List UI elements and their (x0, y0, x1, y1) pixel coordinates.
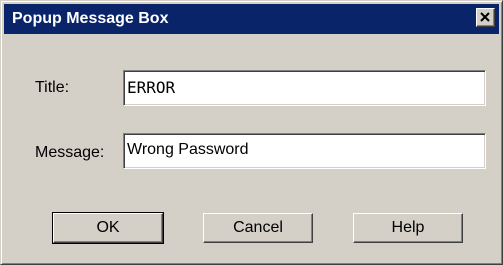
message-label: Message: (35, 144, 105, 161)
popup-message-box-dialog: Popup Message Box Title: ERROR Message: … (0, 0, 503, 265)
help-button[interactable]: Help (353, 213, 463, 243)
title-label: Title: (35, 79, 70, 96)
title-input[interactable]: ERROR (123, 70, 486, 106)
ok-button[interactable]: OK (52, 212, 164, 244)
close-button[interactable] (476, 8, 495, 27)
title-bar[interactable]: Popup Message Box (4, 4, 499, 34)
cancel-button[interactable]: Cancel (203, 213, 313, 243)
window-title: Popup Message Box (12, 10, 169, 27)
close-icon (480, 12, 490, 22)
message-input[interactable]: Wrong Password (123, 133, 486, 169)
